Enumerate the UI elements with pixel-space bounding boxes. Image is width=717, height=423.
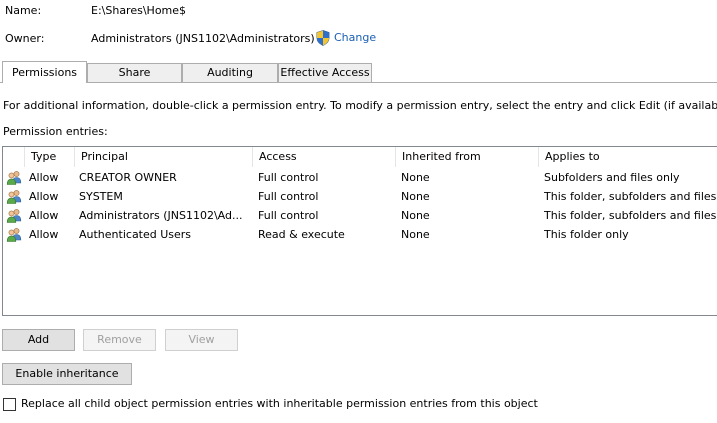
row-type: Allow [29, 209, 59, 222]
name-value: E:\Shares\Home$ [91, 4, 187, 17]
table-row[interactable]: Allow Authenticated Users Read & execute… [3, 225, 717, 244]
row-inherited-from: None [401, 228, 430, 241]
row-principal: CREATOR OWNER [79, 171, 177, 184]
column-header-type[interactable]: Type [25, 147, 75, 167]
remove-button[interactable]: Remove [83, 329, 156, 351]
column-header-principal[interactable]: Principal [75, 147, 253, 167]
add-button[interactable]: Add [2, 329, 75, 351]
change-owner-link[interactable]: Change [334, 31, 376, 44]
row-inherited-from: None [401, 209, 430, 222]
tab-strip: Permissions Share Auditing Effective Acc… [0, 61, 717, 83]
row-applies-to: Subfolders and files only [544, 171, 680, 184]
owner-label: Owner: [5, 32, 45, 45]
tab-share[interactable]: Share [87, 63, 182, 82]
users-group-icon [6, 171, 22, 185]
tab-auditing[interactable]: Auditing [182, 63, 278, 82]
row-type: Allow [29, 228, 59, 241]
row-access: Full control [258, 190, 319, 203]
name-label: Name: [5, 4, 42, 17]
row-principal: Administrators (JNS1102\Ad... [79, 209, 243, 222]
row-principal: SYSTEM [79, 190, 123, 203]
row-principal: Authenticated Users [79, 228, 192, 241]
uac-shield-icon[interactable] [316, 30, 330, 46]
owner-value: Administrators (JNS1102\Administrators) [91, 32, 315, 45]
row-inherited-from: None [401, 190, 430, 203]
permission-entries-label: Permission entries: [3, 125, 108, 138]
row-access: Full control [258, 209, 319, 222]
tab-effective-access[interactable]: Effective Access [278, 63, 372, 82]
users-group-icon [6, 190, 22, 204]
replace-child-entries-checkbox[interactable] [3, 398, 16, 411]
row-type: Allow [29, 171, 59, 184]
table-row[interactable]: Allow Administrators (JNS1102\Ad... Full… [3, 206, 717, 225]
users-group-icon [6, 209, 22, 223]
row-inherited-from: None [401, 171, 430, 184]
row-type: Allow [29, 190, 59, 203]
replace-child-entries-label[interactable]: Replace all child object permission entr… [21, 397, 538, 410]
enable-inheritance-button[interactable]: Enable inheritance [2, 363, 132, 385]
view-button[interactable]: View [165, 329, 238, 351]
column-header-applies-to[interactable]: Applies to [539, 147, 717, 167]
row-applies-to: This folder only [544, 228, 629, 241]
permission-entries-list[interactable]: Type Principal Access Inherited from App… [2, 146, 717, 316]
tab-permissions[interactable]: Permissions [2, 61, 87, 83]
row-access: Full control [258, 171, 319, 184]
row-access: Read & execute [258, 228, 345, 241]
info-text: For additional information, double-click… [3, 99, 717, 112]
table-row[interactable]: Allow SYSTEM Full control None This fold… [3, 187, 717, 206]
row-applies-to: This folder, subfolders and files [544, 209, 717, 222]
table-row[interactable]: Allow CREATOR OWNER Full control None Su… [3, 168, 717, 187]
column-header-access[interactable]: Access [253, 147, 396, 167]
column-header-inherited-from[interactable]: Inherited from [396, 147, 539, 167]
users-group-icon [6, 228, 22, 242]
column-header-icon[interactable] [3, 147, 25, 167]
row-applies-to: This folder, subfolders and files [544, 190, 717, 203]
